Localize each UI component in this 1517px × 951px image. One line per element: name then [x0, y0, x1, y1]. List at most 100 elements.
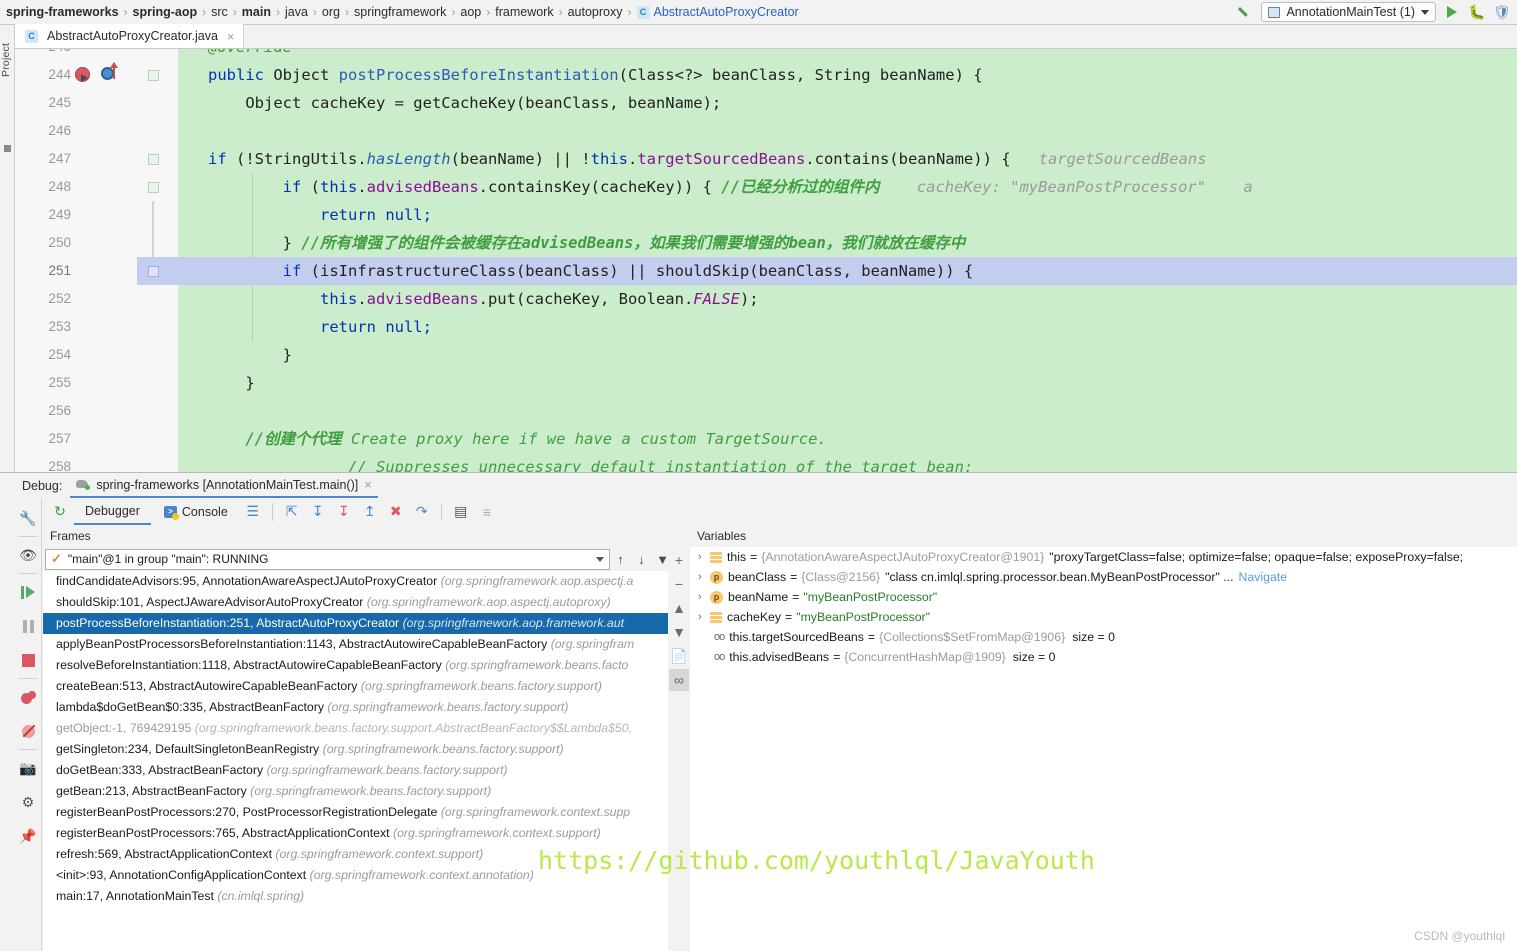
frames-list[interactable]: findCandidateAdvisors:95, AnnotationAwar…	[43, 571, 675, 951]
run-to-cursor-icon[interactable]: ↷	[410, 500, 434, 524]
resume-icon[interactable]	[15, 575, 41, 609]
camera-icon[interactable]: 📷	[15, 751, 41, 785]
frame-item-selected[interactable]: postProcessBeforeInstantiation:251, Abst…	[43, 613, 675, 634]
layout-settings-icon[interactable]: ☰	[241, 500, 265, 524]
drop-frame-icon[interactable]: ✖	[384, 500, 408, 524]
variables-panel: Variables › this = {AnnotationAwareAspec…	[690, 525, 1517, 951]
variable-row-beanName[interactable]: › p beanName = "myBeanPostProcessor"	[690, 587, 1517, 607]
breadcrumb-item-9[interactable]: autoproxy	[568, 5, 623, 19]
rerun-icon[interactable]: ↻	[48, 500, 72, 524]
close-icon[interactable]: ×	[364, 477, 372, 492]
run-toolbar: AnnotationMainTest (1) 🐛 🛡	[1236, 2, 1517, 22]
frame-item[interactable]: resolveBeforeInstantiation:1118, Abstrac…	[43, 655, 675, 676]
code-fold-icon[interactable]	[148, 70, 159, 81]
frame-item[interactable]: applyBeanPostProcessorsBeforeInstantiati…	[43, 634, 675, 655]
chevron-right-icon[interactable]: ›	[698, 567, 710, 587]
coverage-button[interactable]: 🛡	[1493, 3, 1511, 21]
breadcrumb-item-5[interactable]: org	[322, 5, 340, 19]
line-number: 244	[48, 67, 71, 82]
breadcrumb-item-6[interactable]: springframework	[354, 5, 446, 19]
run-button[interactable]	[1443, 3, 1461, 21]
tab-debugger[interactable]: Debugger	[74, 498, 151, 525]
breadcrumb-item-0[interactable]: spring-frameworks	[6, 5, 119, 19]
tab-console[interactable]: > Console	[153, 498, 239, 525]
breadcrumb-item-3[interactable]: main	[242, 5, 271, 19]
variable-name: beanClass	[728, 570, 787, 584]
eye-icon[interactable]: 👁	[15, 538, 41, 572]
code-line-251-current: if (isInfrastructureClass(beanClass) || …	[178, 257, 1517, 285]
breadcrumb-sep: ›	[627, 5, 632, 19]
override-arrow-icon	[110, 62, 118, 79]
code-editor[interactable]: 243 @Override 244 public Object postProc…	[15, 49, 1517, 472]
frame-item[interactable]: shouldSkip:101, AspectJAwareAdvisorAutoP…	[43, 592, 675, 613]
breadcrumb-item-10[interactable]: AbstractAutoProxyCreator	[654, 5, 799, 19]
frame-item[interactable]: findCandidateAdvisors:95, AnnotationAwar…	[43, 571, 675, 592]
breadcrumb-item-2[interactable]: src	[211, 5, 228, 19]
navigate-link[interactable]: Navigate	[1239, 567, 1288, 587]
code-fold-icon[interactable]	[148, 266, 159, 277]
settings-icon[interactable]: ≡	[475, 500, 499, 524]
breadcrumb-item-7[interactable]: aop	[460, 5, 481, 19]
variables-list[interactable]: › this = {AnnotationAwareAspectJAutoProx…	[690, 547, 1517, 951]
code-fold-icon[interactable]	[148, 182, 159, 193]
show-execution-point-icon[interactable]: ⇱	[280, 500, 304, 524]
copy-icon[interactable]: 📄	[669, 645, 689, 667]
remove-watch-icon[interactable]: −	[669, 573, 689, 595]
debug-button[interactable]: 🐛	[1468, 3, 1486, 21]
chevron-right-icon[interactable]: ›	[698, 607, 710, 627]
thread-selector[interactable]: ✓ "main"@1 in group "main": RUNNING	[45, 548, 610, 570]
editor-tab[interactable]: C AbstractAutoProxyCreator.java ×	[15, 24, 244, 48]
debug-session-tab[interactable]: spring-frameworks [AnnotationMainTest.ma…	[70, 473, 378, 498]
move-down-icon[interactable]: ▼	[669, 621, 689, 643]
back-arrow-icon[interactable]	[1236, 3, 1254, 21]
tool-button-project[interactable]: Project	[0, 31, 15, 77]
pin-icon[interactable]: 📌	[15, 819, 41, 853]
frames-panel: Frames ✓ "main"@1 in group "main": RUNNI…	[43, 525, 675, 951]
breadcrumb-sep: ›	[486, 5, 491, 19]
breadcrumb-item-8[interactable]: framework	[495, 5, 553, 19]
frame-item[interactable]: main:17, AnnotationMainTest (cn.imlql.sp…	[43, 886, 675, 907]
breadcrumb-item-4[interactable]: java	[285, 5, 308, 19]
add-watch-icon[interactable]: +	[669, 549, 689, 571]
chevron-right-icon[interactable]: ›	[698, 547, 710, 567]
watch-row-targetSourcedBeans[interactable]: oo this.targetSourcedBeans = {Collection…	[690, 627, 1517, 647]
variable-object-id: {AnnotationAwareAspectJAutoProxyCreator@…	[761, 550, 1045, 564]
settings-gear-icon[interactable]: ⚙	[15, 785, 41, 819]
frame-item[interactable]: getSingleton:234, DefaultSingletonBeanRe…	[43, 739, 675, 760]
variable-row-beanClass[interactable]: › p beanClass = {Class@2156} "class cn.i…	[690, 567, 1517, 587]
frame-item[interactable]: registerBeanPostProcessors:765, Abstract…	[43, 823, 675, 844]
frame-item[interactable]: getBean:213, AbstractBeanFactory (org.sp…	[43, 781, 675, 802]
execution-arrow-icon	[81, 74, 88, 82]
debug-session-label: spring-frameworks [AnnotationMainTest.ma…	[96, 477, 359, 492]
frame-item[interactable]: lambda$doGetBean$0:335, AbstractBeanFact…	[43, 697, 675, 718]
code-fold-icon[interactable]	[148, 154, 159, 165]
variable-row-cacheKey[interactable]: › cacheKey = "myBeanPostProcessor"	[690, 607, 1517, 627]
frames-down-icon[interactable]: ↓	[631, 548, 652, 570]
evaluate-expression-icon[interactable]: ▤	[449, 500, 473, 524]
frames-up-icon[interactable]: ↑	[610, 548, 631, 570]
parameter-badge-icon: p	[710, 570, 723, 584]
mute-breakpoints-icon[interactable]	[15, 714, 41, 748]
watch-row-advisedBeans[interactable]: oo this.advisedBeans = {ConcurrentHashMa…	[690, 647, 1517, 667]
frame-item[interactable]: registerBeanPostProcessors:270, PostProc…	[43, 802, 675, 823]
frame-item[interactable]: createBean:513, AbstractAutowireCapableB…	[43, 676, 675, 697]
step-out-icon[interactable]: ↥	[358, 500, 382, 524]
move-up-icon[interactable]: ▲	[669, 597, 689, 619]
line-number: 258	[48, 459, 71, 472]
step-into-icon[interactable]: ↧	[332, 500, 356, 524]
stop-icon[interactable]	[15, 643, 41, 677]
view-breakpoints-icon[interactable]	[15, 680, 41, 714]
frame-item[interactable]: doGetBean:333, AbstractBeanFactory (org.…	[43, 760, 675, 781]
run-configuration-selector[interactable]: AnnotationMainTest (1)	[1261, 2, 1436, 22]
chevron-right-icon[interactable]: ›	[698, 587, 710, 607]
close-icon[interactable]: ×	[227, 29, 235, 44]
step-over-icon[interactable]: ↧	[306, 500, 330, 524]
wrench-icon[interactable]: 🔧	[15, 501, 41, 535]
frame-item[interactable]: getObject:-1, 769429195 (org.springframe…	[43, 718, 675, 739]
breadcrumb-item-1[interactable]: spring-aop	[133, 5, 198, 19]
breadcrumb-sep: ›	[451, 5, 456, 19]
variable-row-this[interactable]: › this = {AnnotationAwareAspectJAutoProx…	[690, 547, 1517, 567]
pause-icon[interactable]	[15, 609, 41, 643]
watches-icon[interactable]: ∞	[669, 669, 689, 691]
equals-sign: =	[785, 610, 793, 624]
